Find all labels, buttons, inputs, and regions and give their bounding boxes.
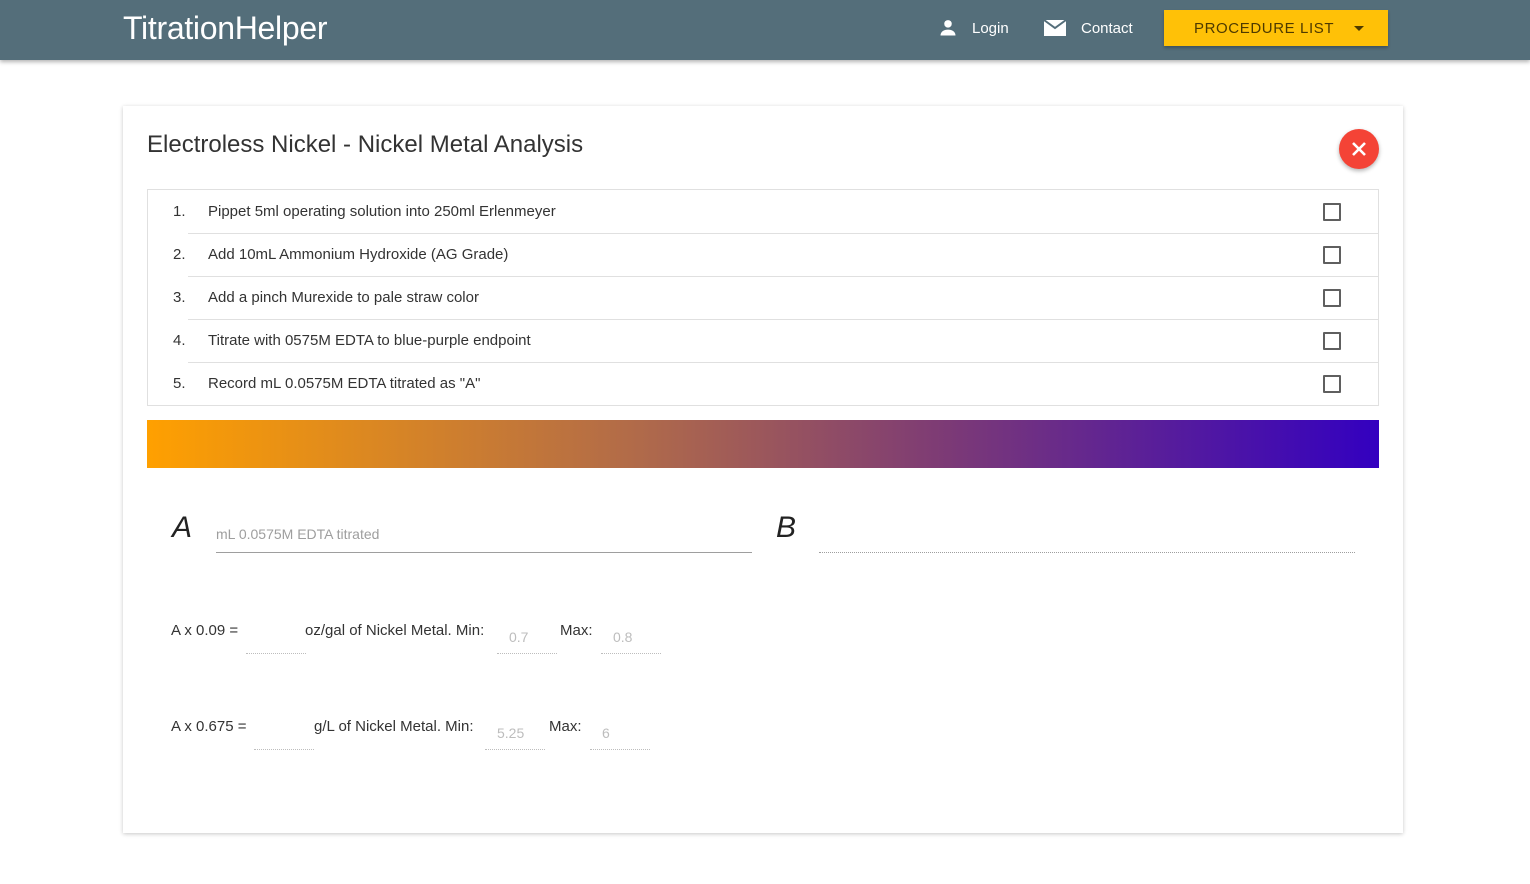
step-item: 1. Pippet 5ml operating solution into 25… [148,190,1378,233]
variable-a-input[interactable] [216,516,752,553]
step-checkbox[interactable] [1323,375,1341,393]
calc-unit-label: g/L of Nickel Metal. Min: [314,718,474,735]
step-number: 3. [173,289,186,306]
variable-a-label: A [172,511,193,544]
top-navbar: TitrationHelper Login Contact PROCEDURE … [0,0,1530,60]
close-button[interactable] [1339,129,1379,169]
step-number: 4. [173,332,186,349]
min-field[interactable] [497,620,557,654]
max-label: Max: [560,622,593,639]
variable-b-label: B [776,511,797,544]
close-icon [1352,142,1366,156]
procedure-title: Electroless Nickel - Nickel Metal Analys… [147,131,584,158]
login-label: Login [972,19,1009,37]
min-field[interactable] [485,716,545,750]
contact-label: Contact [1081,19,1133,37]
procedure-card: Electroless Nickel - Nickel Metal Analys… [123,106,1403,833]
step-checkbox[interactable] [1323,332,1341,350]
login-link[interactable]: Login [938,0,1009,56]
max-field[interactable] [601,620,661,654]
caret-down-icon [1354,25,1365,31]
brand-logo[interactable]: TitrationHelper [123,10,327,47]
max-label: Max: [549,718,582,735]
procedure-list-label: PROCEDURE LIST [1194,19,1335,37]
person-icon [940,20,956,36]
step-text: Add 10mL Ammonium Hydroxide (AG Grade) [208,246,509,263]
step-text: Record mL 0.0575M EDTA titrated as "A" [208,375,481,392]
calc-result-field [246,620,306,654]
step-text: Titrate with 0575M EDTA to blue-purple e… [208,332,531,349]
step-text: Pippet 5ml operating solution into 250ml… [208,203,556,220]
step-checkbox[interactable] [1323,289,1341,307]
procedure-steps-list: 1. Pippet 5ml operating solution into 25… [147,189,1379,406]
step-text: Add a pinch Murexide to pale straw color [208,289,479,306]
max-field[interactable] [590,716,650,750]
mail-icon [1043,19,1067,36]
calc-result-field [254,716,314,750]
calc-unit-label: oz/gal of Nickel Metal. Min: [305,622,485,639]
step-item: 2. Add 10mL Ammonium Hydroxide (AG Grade… [148,233,1378,276]
step-number: 2. [173,246,186,263]
step-item: 3. Add a pinch Murexide to pale straw co… [148,276,1378,319]
step-checkbox[interactable] [1323,203,1341,221]
step-number: 5. [173,375,186,392]
calc-formula: A x 0.09 = [171,622,239,639]
procedure-list-dropdown[interactable]: PROCEDURE LIST [1164,10,1388,46]
step-number: 1. [173,203,186,220]
step-item: 4. Titrate with 0575M EDTA to blue-purpl… [148,319,1378,362]
variable-b-field [819,516,1355,553]
calc-formula: A x 0.675 = [171,718,247,735]
step-item: 5. Record mL 0.0575M EDTA titrated as "A… [148,362,1378,405]
endpoint-color-gradient [147,420,1379,468]
step-checkbox[interactable] [1323,246,1341,264]
contact-link[interactable]: Contact [1043,0,1133,56]
